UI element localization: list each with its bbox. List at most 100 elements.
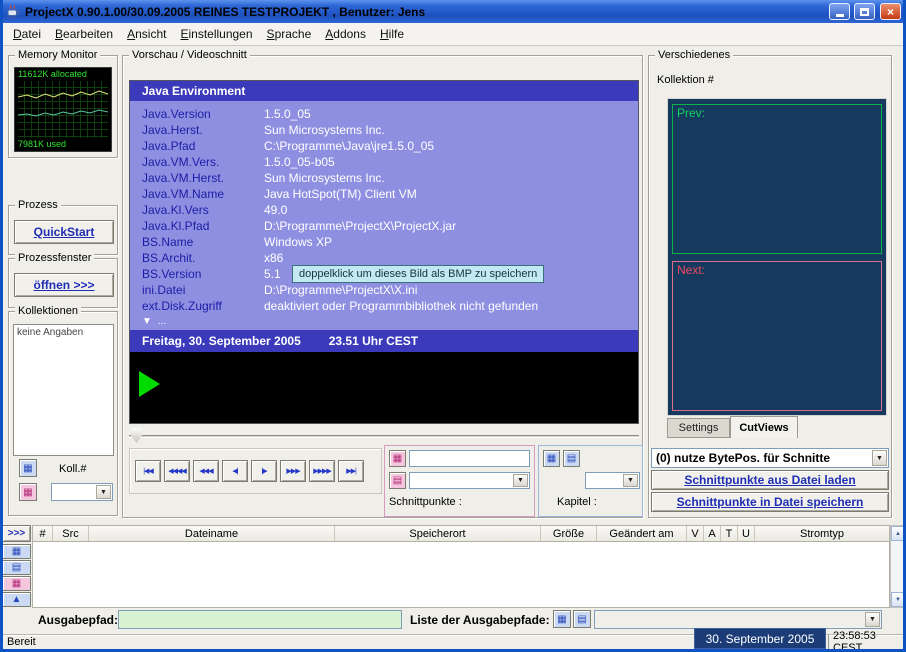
cut-mode-combo[interactable]: (0) nutze BytePos. für Schnitte ▼ <box>651 448 889 468</box>
env-value: D:\Programme\ProjectX\ProjectX.jar <box>264 219 456 233</box>
more-triangle-icon: ▼ <box>142 316 152 327</box>
env-row: Java.Kl.Vers49.0 <box>130 202 638 218</box>
menu-ansicht[interactable]: Ansicht <box>120 24 173 44</box>
more-dots: ... <box>158 316 166 327</box>
next-frame-view: Next: <box>672 261 882 411</box>
seek-forward-fast-button[interactable]: ▶▶▶▶ <box>309 460 335 482</box>
frame-forward-button[interactable]: |▶ <box>251 460 277 482</box>
grid-icon: ▦ <box>23 463 32 474</box>
minimize-button[interactable] <box>829 3 850 20</box>
tooltip: doppelklick um dieses Bild als BMP zu sp… <box>292 265 544 283</box>
output-path-combo[interactable]: ▼ <box>594 610 882 629</box>
grid-icon: ▤ <box>577 614 586 625</box>
file-list-button[interactable]: ▤ <box>2 560 31 575</box>
scroll-down-icon[interactable]: ▼ <box>891 592 905 607</box>
env-row: Java.VM.Herst.Sun Microsystems Inc. <box>130 170 638 186</box>
remove-collection-button[interactable]: ▦ <box>19 483 37 501</box>
collection-number-combo[interactable]: ▼ <box>51 483 113 501</box>
scroll-up-icon[interactable]: ▲ <box>891 526 905 541</box>
tab-settings[interactable]: Settings <box>667 418 730 438</box>
save-cutpoints-button[interactable]: Schnittpunkte in Datei speichern <box>651 492 889 512</box>
env-key: Java.VM.Vers. <box>142 155 264 169</box>
file-table-body[interactable] <box>32 542 890 608</box>
java-icon <box>5 4 21 20</box>
prev-label: Prev: <box>673 105 881 120</box>
remove-cutpoint-button[interactable]: ▤ <box>389 472 406 489</box>
quickstart-button[interactable]: QuickStart <box>14 220 114 244</box>
env-row: Java.VM.NameJava HotSpot(TM) Client VM <box>130 186 638 202</box>
column-header-groesse[interactable]: Größe <box>541 526 597 541</box>
preview-date: Freitag, 30. September 2005 <box>142 334 301 348</box>
table-scrollbar[interactable]: ▲ ▼ <box>890 525 906 608</box>
load-cutpoints-button[interactable]: Schnittpunkte aus Datei laden <box>651 470 889 490</box>
column-header-geaendert[interactable]: Geändert am <box>597 526 687 541</box>
close-button[interactable]: × <box>880 3 901 20</box>
column-header-index[interactable]: # <box>33 526 53 541</box>
seek-back-fast-button[interactable]: ◀◀◀◀ <box>164 460 190 482</box>
column-header-dateiname[interactable]: Dateiname <box>89 526 335 541</box>
kollektion-number-label: Kollektion # <box>657 74 714 86</box>
prozess-group: Prozess QuickStart <box>8 205 118 255</box>
memory-monitor-display[interactable]: 11612K allocated 7981K used <box>14 67 112 152</box>
env-row: ext.Disk.Zugriffdeaktiviert oder Program… <box>130 298 638 314</box>
add-chapter-button[interactable]: ▦ <box>543 450 560 467</box>
menu-sprache[interactable]: Sprache <box>260 24 319 44</box>
remove-chapter-button[interactable]: ▤ <box>563 450 580 467</box>
add-cutpoint-button[interactable]: ▦ <box>389 450 406 467</box>
env-key: BS.Archit. <box>142 251 264 265</box>
combo-value <box>410 473 529 475</box>
app-window: ProjectX 0.90.1.00/30.09.2005 REINES TES… <box>0 0 906 652</box>
chapter-combo[interactable]: ▼ <box>585 472 640 489</box>
move-up-button[interactable]: ▲ <box>2 592 31 607</box>
maximize-button[interactable] <box>854 3 875 20</box>
cutpoint-input[interactable] <box>409 450 530 467</box>
column-header-src[interactable]: Src <box>53 526 89 541</box>
seek-end-button[interactable]: ▶▶| <box>338 460 364 482</box>
video-preview-screen[interactable]: Java Environment Java.Version1.5.0_05 Ja… <box>129 80 639 424</box>
status-ready-text: Bereit <box>7 636 36 648</box>
file-table-header: # Src Dateiname Speicherort Größe Geände… <box>32 525 890 542</box>
column-header-v[interactable]: V <box>687 526 704 541</box>
seek-back-button[interactable]: ◀◀◀ <box>193 460 219 482</box>
cutpoint-combo[interactable]: ▼ <box>409 472 530 489</box>
column-header-speicherort[interactable]: Speicherort <box>335 526 541 541</box>
menu-einstellungen[interactable]: Einstellungen <box>173 24 259 44</box>
memory-used-text: 7981K used <box>18 139 108 150</box>
add-output-path-button[interactable]: ▦ <box>553 610 571 628</box>
add-file-button[interactable]: ▦ <box>2 544 31 559</box>
window-title: ProjectX 0.90.1.00/30.09.2005 REINES TES… <box>25 5 825 19</box>
remove-file-button[interactable]: ▦ <box>2 576 31 591</box>
env-header: Java Environment <box>130 81 638 101</box>
maximize-icon <box>860 8 869 16</box>
env-row: Java.Kl.PfadD:\Programme\ProjectX\Projec… <box>130 218 638 234</box>
env-key: Java.Version <box>142 107 264 121</box>
collections-list[interactable]: keine Angaben <box>13 324 114 456</box>
env-row: ini.DateiD:\Programme\ProjectX\X.ini <box>130 282 638 298</box>
chevron-down-icon: ▼ <box>623 474 638 487</box>
env-value: deaktiviert oder Programmbibliothek nich… <box>264 299 538 313</box>
column-header-t[interactable]: T <box>721 526 738 541</box>
add-collection-button[interactable]: ▦ <box>19 459 37 477</box>
slider-track[interactable] <box>129 435 639 438</box>
menu-hilfe[interactable]: Hilfe <box>373 24 411 44</box>
remove-output-path-button[interactable]: ▤ <box>573 610 591 628</box>
menu-bearbeiten[interactable]: Bearbeiten <box>48 24 120 44</box>
seek-forward-button[interactable]: ▶▶▶ <box>280 460 306 482</box>
column-header-u[interactable]: U <box>738 526 755 541</box>
output-path-field[interactable] <box>118 610 402 629</box>
menu-datei[interactable]: Datei <box>6 24 48 44</box>
open-process-window-button[interactable]: öffnen >>> <box>14 273 114 297</box>
env-value: Java HotSpot(TM) Client VM <box>264 187 417 201</box>
expand-table-button[interactable]: >>> <box>2 525 31 542</box>
slider-thumb[interactable] <box>131 428 142 443</box>
column-header-stromtyp[interactable]: Stromtyp <box>755 526 889 541</box>
chapters-label: Kapitel : <box>557 496 597 508</box>
env-key: Java.Pfad <box>142 139 264 153</box>
tab-cutviews[interactable]: CutViews <box>730 416 798 438</box>
grid-icon: ▦ <box>557 614 566 625</box>
column-header-a[interactable]: A <box>704 526 721 541</box>
seek-start-button[interactable]: |◀◀ <box>135 460 161 482</box>
env-key: ini.Datei <box>142 283 264 297</box>
frame-back-button[interactable]: ◀| <box>222 460 248 482</box>
menu-addons[interactable]: Addons <box>318 24 373 44</box>
